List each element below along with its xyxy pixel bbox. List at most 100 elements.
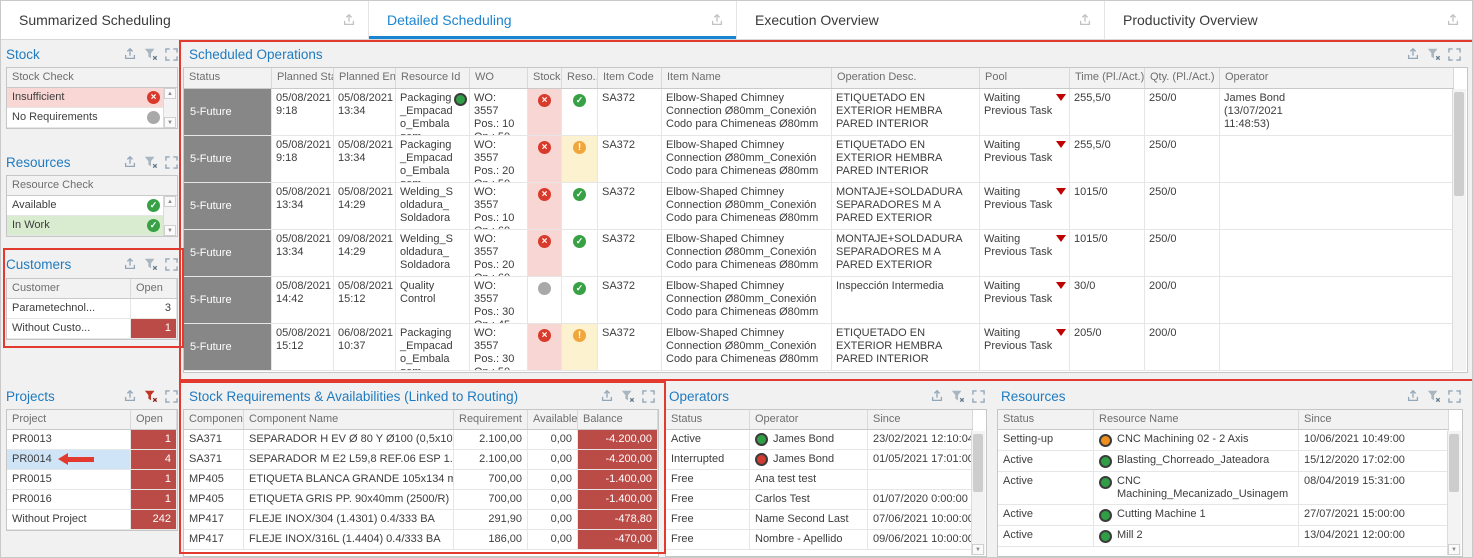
scrollbar-thumb[interactable] (973, 434, 983, 492)
export-icon[interactable] (123, 257, 137, 271)
column-header[interactable]: Item Code (598, 68, 662, 88)
scrollbar-thumb[interactable] (1454, 92, 1464, 196)
column-header[interactable]: Resource Name (1094, 410, 1299, 429)
expand-icon[interactable] (972, 390, 985, 403)
clear-filter-icon[interactable] (144, 257, 158, 271)
scrollbar[interactable]: ▲ ▼ (163, 88, 177, 128)
project-row[interactable]: PR0013 1 (7, 430, 177, 450)
stock-requirement-row[interactable]: SA371 SEPARADOR M E2 L59,8 REF.06 ESP 1.… (184, 450, 658, 470)
column-header[interactable]: Operator (750, 410, 868, 429)
column-header[interactable]: Item Name (662, 68, 832, 88)
expand-icon[interactable] (165, 48, 178, 61)
column-header[interactable]: Since (1299, 410, 1449, 429)
operator-row[interactable]: Free Nombre - Apellido 09/06/2021 10:00:… (666, 530, 973, 550)
column-header[interactable]: Since (868, 410, 973, 429)
export-icon[interactable] (600, 389, 614, 403)
scheduled-operation-row[interactable]: 5-Future 05/08/2021 13:34 09/08/2021 14:… (184, 230, 1454, 277)
stock-requirement-row[interactable]: MP405 ETIQUETA BLANCA GRANDE 105x134 mm.… (184, 470, 658, 490)
resource-row[interactable]: Active Mill 2 13/04/2021 12:00:00 (998, 526, 1449, 547)
scroll-down-button[interactable]: ▼ (972, 544, 984, 555)
resource-row[interactable]: Setting-up CNC Machining 02 - 2 Axis 10/… (998, 430, 1449, 451)
column-header[interactable]: Project (7, 410, 131, 429)
scroll-up-button[interactable]: ▲ (164, 88, 176, 99)
project-row[interactable]: PR0016 1 (7, 490, 177, 510)
clear-filter-icon[interactable] (951, 389, 965, 403)
expand-icon[interactable] (165, 258, 178, 271)
resource-row[interactable]: Active CNC Machining_Mecanizado_Usinagem… (998, 472, 1449, 505)
column-header[interactable]: Customer (7, 279, 131, 298)
export-icon[interactable] (1078, 13, 1092, 27)
scheduled-operation-row[interactable]: 5-Future 05/08/2021 9:18 05/08/2021 13:3… (184, 136, 1454, 183)
column-header[interactable]: Pool (980, 68, 1070, 88)
column-header[interactable]: Component (184, 410, 244, 429)
scrollbar-thumb[interactable] (1449, 434, 1459, 492)
column-header[interactable]: WO (470, 68, 528, 88)
resource-row[interactable]: Active Cutting Machine 1 27/07/2021 15:0… (998, 505, 1449, 526)
scroll-down-button[interactable]: ▼ (164, 117, 176, 128)
column-header[interactable]: Resource Id (396, 68, 470, 88)
stock-requirement-row[interactable]: MP417 FLEJE INOX/304 (1.4301) 0.4/333 BA… (184, 510, 658, 530)
resource-row[interactable]: Active Blasting_Chorreado_Jateadora 15/1… (998, 451, 1449, 472)
operator-row[interactable]: Free Name Second Last 07/06/2021 10:00:0… (666, 510, 973, 530)
stock-requirement-row[interactable]: MP417 FLEJE INOX/316L (1.4404) 0.4/333 B… (184, 530, 658, 550)
scroll-down-button[interactable]: ▼ (1448, 544, 1460, 555)
column-header[interactable]: Status (998, 410, 1094, 429)
stock-check-row[interactable]: No Requirements (7, 108, 177, 128)
export-icon[interactable] (1446, 13, 1460, 27)
column-header[interactable]: Stock Check (7, 68, 177, 88)
clear-filter-icon[interactable] (144, 47, 158, 61)
stock-check-row[interactable]: Insufficient (7, 88, 177, 108)
tab[interactable]: Execution Overview (737, 1, 1105, 39)
expand-icon[interactable] (165, 156, 178, 169)
operator-row[interactable]: Free Carlos Test 01/07/2020 0:00:00 (666, 490, 973, 510)
project-row[interactable]: PR0014 4 (7, 450, 177, 470)
customer-row[interactable]: Parametechnol... 3 (7, 299, 177, 319)
export-icon[interactable] (123, 47, 137, 61)
clear-filter-icon[interactable] (144, 389, 158, 403)
operator-row[interactable]: Active James Bond 23/02/2021 12:10:04 (666, 430, 973, 450)
column-header[interactable]: Status (184, 68, 272, 88)
column-header[interactable]: Requirement (454, 410, 528, 429)
column-header[interactable]: Resource Check (7, 176, 177, 196)
expand-icon[interactable] (1448, 390, 1461, 403)
export-icon[interactable] (123, 389, 137, 403)
scrollbar[interactable]: ▼ (971, 431, 985, 555)
column-header[interactable]: Operator (1220, 68, 1454, 88)
expand-icon[interactable] (165, 390, 178, 403)
scheduled-operation-row[interactable]: 5-Future 05/08/2021 13:34 05/08/2021 14:… (184, 183, 1454, 230)
column-header[interactable]: Open (131, 410, 177, 429)
export-icon[interactable] (930, 389, 944, 403)
tab[interactable]: Productivity Overview (1105, 1, 1472, 39)
column-header[interactable]: Planned End (334, 68, 396, 88)
scheduled-operation-row[interactable]: 5-Future 05/08/2021 15:12 06/08/2021 10:… (184, 324, 1454, 371)
export-icon[interactable] (1406, 389, 1420, 403)
export-icon[interactable] (123, 155, 137, 169)
operator-row[interactable]: Interrupted James Bond 01/05/2021 17:01:… (666, 450, 973, 470)
clear-filter-icon[interactable] (1427, 47, 1441, 61)
clear-filter-icon[interactable] (621, 389, 635, 403)
column-header[interactable]: Open (131, 279, 177, 298)
clear-filter-icon[interactable] (1427, 389, 1441, 403)
column-header[interactable]: Status (666, 410, 750, 429)
column-header[interactable]: Operation Desc. (832, 68, 980, 88)
tab[interactable]: Summarized Scheduling (1, 1, 369, 39)
column-header[interactable]: Reso... (562, 68, 598, 88)
export-icon[interactable] (342, 13, 356, 27)
expand-icon[interactable] (1448, 48, 1461, 61)
stock-requirement-row[interactable]: MP405 ETIQUETA GRIS PP. 90x40mm (2500/R)… (184, 490, 658, 510)
scroll-up-button[interactable]: ▲ (164, 196, 176, 207)
expand-icon[interactable] (642, 390, 655, 403)
stock-requirement-row[interactable]: SA371 SEPARADOR H EV Ø 80 Y Ø100 (0,5x10… (184, 430, 658, 450)
project-row[interactable]: Without Project 242 (7, 510, 177, 530)
operator-row[interactable]: Free Ana test test (666, 470, 973, 490)
scrollbar[interactable] (1452, 89, 1466, 371)
column-header[interactable]: Balance (578, 410, 658, 429)
scroll-down-button[interactable]: ▼ (164, 225, 176, 236)
project-row[interactable]: PR0015 1 (7, 470, 177, 490)
resource-check-row[interactable]: Available (7, 196, 177, 216)
export-icon[interactable] (1406, 47, 1420, 61)
tab[interactable]: Detailed Scheduling (369, 1, 737, 39)
scheduled-operation-row[interactable]: 5-Future 05/08/2021 9:18 05/08/2021 13:3… (184, 89, 1454, 136)
column-header[interactable]: Qty. (Pl./Act.) (1145, 68, 1220, 88)
customer-row[interactable]: Without Custo... 1 (7, 319, 177, 339)
